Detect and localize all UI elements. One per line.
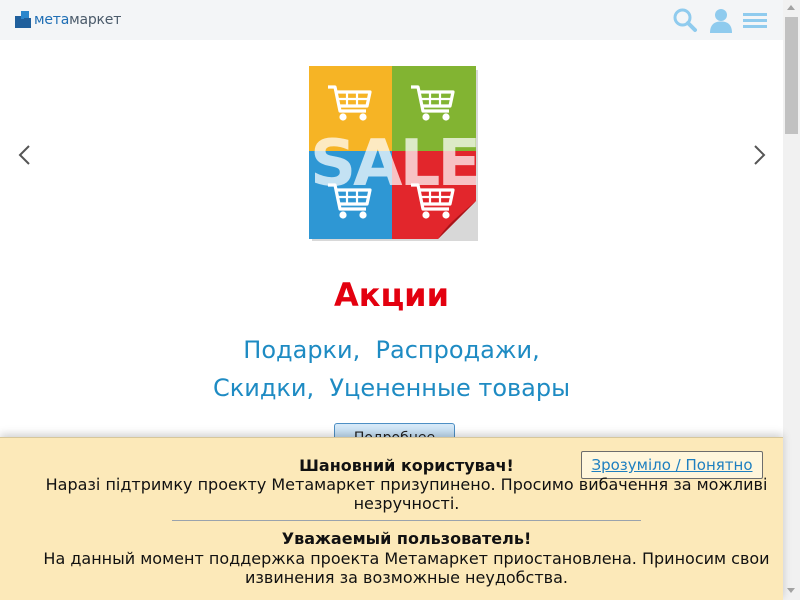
logo-icon: [15, 11, 31, 28]
chevron-left-icon[interactable]: [15, 144, 37, 166]
link-gifts[interactable]: Подарки: [243, 336, 352, 364]
notice-divider: [172, 520, 641, 521]
sale-banner-text: SALE: [310, 127, 478, 201]
notice-heading-uk: Шановний користувач!: [299, 456, 514, 475]
notice-heading-ru: Уважаемый пользователь!: [281, 529, 532, 548]
logo-text: метамаркет: [34, 11, 122, 28]
page: метамаркет SALE Акции Подарки, Распродаж…: [0, 0, 800, 600]
link-markdown-goods[interactable]: Уцененные товары: [329, 374, 570, 402]
scroll-thumb[interactable]: [785, 17, 798, 134]
promo-links-row-1: Подарки, Распродажи,: [0, 336, 783, 364]
notice-text-uk: Наразі підтримку проекту Метамаркет приз…: [45, 475, 768, 513]
sale-banner-image[interactable]: SALE: [308, 65, 480, 243]
scroll-down-arrow-icon[interactable]: [787, 588, 795, 593]
user-icon[interactable]: [708, 7, 734, 33]
link-separator: ,: [532, 336, 540, 364]
page-scrollbar[interactable]: [783, 0, 800, 600]
link-discounts[interactable]: Скидки: [213, 374, 307, 402]
notice-text-ru: На данный момент поддержка проекта Метам…: [43, 549, 770, 587]
link-separator: ,: [352, 336, 361, 364]
top-header: метамаркет: [0, 0, 783, 40]
scroll-up-arrow-icon[interactable]: [787, 5, 795, 10]
site-logo[interactable]: метамаркет: [15, 11, 121, 28]
link-sales[interactable]: Распродажи: [376, 336, 533, 364]
link-separator: ,: [306, 374, 315, 402]
search-icon[interactable]: [672, 7, 698, 33]
chevron-right-icon[interactable]: [748, 144, 770, 166]
promo-title: Акции: [333, 276, 450, 314]
support-notice-banner: Зрозуміло / Понятно Шановний користувач!…: [0, 437, 783, 600]
menu-icon[interactable]: [742, 7, 768, 33]
promo-links-row-2: Скидки, Уцененные товары: [0, 374, 783, 402]
